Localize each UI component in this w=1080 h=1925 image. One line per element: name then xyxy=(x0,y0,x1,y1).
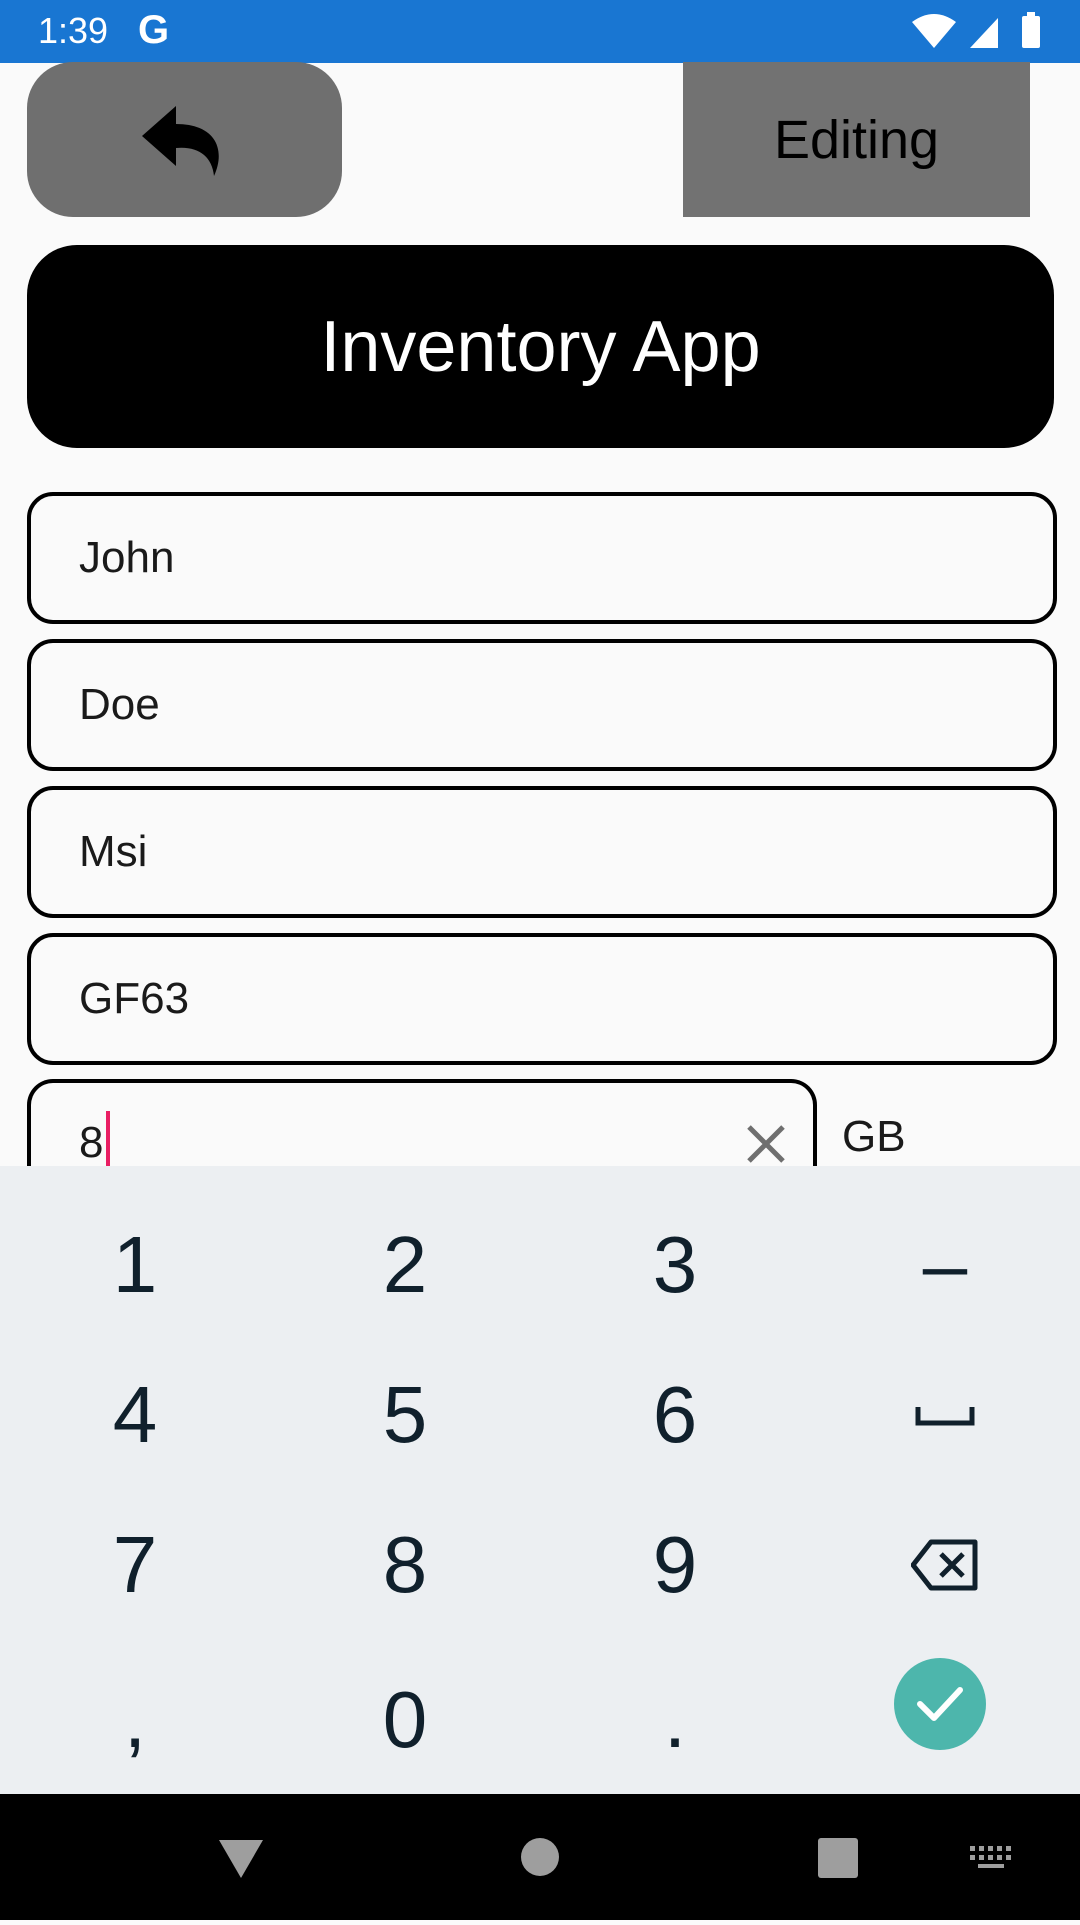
nav-icons xyxy=(219,1838,1011,1878)
key-comma[interactable]: , xyxy=(0,1645,270,1795)
check-icon xyxy=(917,1687,963,1721)
model-field[interactable]: GF63 xyxy=(27,933,1057,1065)
editing-button[interactable]: Editing xyxy=(683,62,1030,217)
ram-unit-label: GB xyxy=(842,1112,906,1161)
navigation-bar xyxy=(0,1794,1080,1920)
page-title: Inventory App xyxy=(27,245,1054,448)
done-button[interactable] xyxy=(894,1658,986,1750)
wifi-icon xyxy=(912,14,956,48)
battery-icon xyxy=(1022,12,1040,48)
key-period[interactable]: . xyxy=(540,1645,810,1795)
cell-signal-icon xyxy=(970,18,998,48)
back-triangle-icon xyxy=(219,1840,263,1878)
key-1[interactable]: 1 xyxy=(0,1190,270,1340)
key-2[interactable]: 2 xyxy=(270,1190,540,1340)
key-7[interactable]: 7 xyxy=(0,1490,270,1640)
keyboard-icon xyxy=(970,1846,1011,1868)
key-3[interactable]: 3 xyxy=(540,1190,810,1340)
key-4[interactable]: 4 xyxy=(0,1340,270,1490)
key-backspace[interactable] xyxy=(810,1490,1080,1640)
key-6[interactable]: 6 xyxy=(540,1340,810,1490)
last-name-field[interactable]: Doe xyxy=(27,639,1057,771)
back-arrow-icon xyxy=(141,105,219,176)
home-circle-icon xyxy=(521,1838,559,1876)
key-0[interactable]: 0 xyxy=(270,1645,540,1795)
first-name-value: John xyxy=(79,533,175,582)
last-name-value: Doe xyxy=(79,680,160,729)
first-name-field[interactable]: John xyxy=(27,492,1057,624)
key-space[interactable] xyxy=(810,1340,1080,1490)
brand-field[interactable]: Msi xyxy=(27,786,1057,918)
key-minus[interactable]: – xyxy=(810,1190,1080,1340)
model-value: GF63 xyxy=(79,974,190,1023)
status-time: 1:39 xyxy=(38,10,109,51)
status-bar: 1:39 G xyxy=(0,0,1080,63)
ram-value: 8 xyxy=(79,1118,104,1167)
status-icons xyxy=(912,12,1040,48)
recents-square-icon xyxy=(818,1838,858,1878)
key-5[interactable]: 5 xyxy=(270,1340,540,1490)
clear-icon[interactable] xyxy=(743,1121,789,1167)
google-icon: G xyxy=(138,8,170,52)
brand-value: Msi xyxy=(79,827,148,876)
backspace-icon xyxy=(911,1539,978,1591)
key-9[interactable]: 9 xyxy=(540,1490,810,1640)
key-8[interactable]: 8 xyxy=(270,1490,540,1640)
back-button[interactable] xyxy=(27,62,342,217)
space-icon xyxy=(915,1407,975,1426)
